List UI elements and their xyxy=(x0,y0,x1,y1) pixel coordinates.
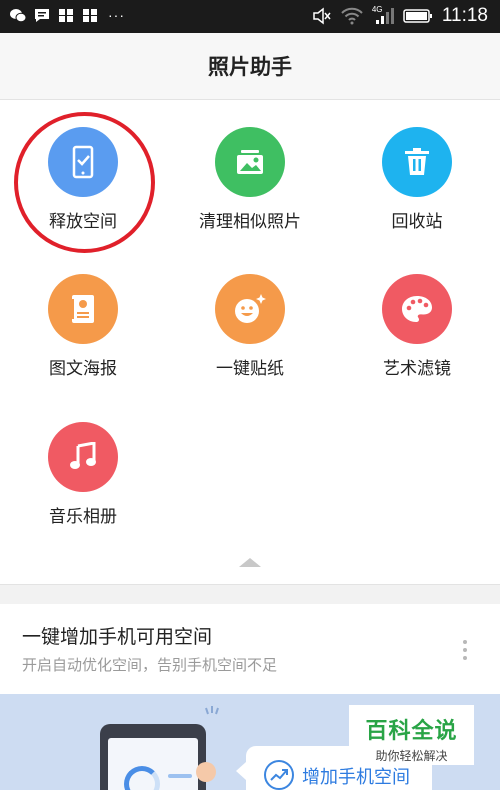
tool-label: 释放空间 xyxy=(49,212,117,232)
watermark-subtitle: 助你轻松解决 xyxy=(375,749,448,763)
phone-check-icon xyxy=(72,145,94,179)
more-options-icon[interactable] xyxy=(462,640,468,660)
sparkle-icon xyxy=(205,706,219,715)
wifi-icon xyxy=(341,7,363,25)
art-filter-icon-circle xyxy=(382,274,452,344)
status-bar-system: 4G 11:18 xyxy=(312,5,488,27)
tool-label: 音乐相册 xyxy=(49,507,117,527)
tool-label: 艺术滤镜 xyxy=(383,359,451,379)
finger-illustration xyxy=(196,762,216,782)
suggestion-card[interactable]: 一键增加手机可用空间 开启自动优化空间，告别手机空间不足 xyxy=(0,604,500,694)
app-icon xyxy=(59,8,73,22)
palette-icon xyxy=(402,296,432,322)
trend-up-icon xyxy=(264,760,294,790)
tool-art-filter[interactable]: 艺术滤镜 xyxy=(337,274,497,379)
cellular-signal: 4G xyxy=(372,5,394,25)
tool-grid: 释放空间 清理相似照片 回收站 图文海报 一键贴纸 艺术滤镜 音乐相册 xyxy=(0,100,500,585)
tool-label: 清理相似照片 xyxy=(199,212,301,232)
storage-ring-icon xyxy=(124,766,160,790)
tool-label: 图文海报 xyxy=(49,359,117,379)
tool-free-space[interactable]: 释放空间 xyxy=(3,127,163,232)
phone-illustration xyxy=(100,724,206,790)
title-bar: 照片助手 xyxy=(0,33,500,100)
message-icon xyxy=(35,8,49,22)
card-subtitle: 开启自动优化空间，告别手机空间不足 xyxy=(22,656,278,674)
phone-screen-line xyxy=(168,774,192,778)
tool-clean-similar-photos[interactable]: 清理相似照片 xyxy=(170,127,330,232)
poster-icon-circle xyxy=(48,274,118,344)
page-title: 照片助手 xyxy=(208,55,292,79)
tool-recycle-bin[interactable]: 回收站 xyxy=(337,127,497,232)
app-icon xyxy=(83,8,97,22)
status-bar-notifications: ··· xyxy=(10,7,125,23)
tool-label: 回收站 xyxy=(391,212,443,232)
trash-icon xyxy=(405,148,429,175)
tool-music-album[interactable]: 音乐相册 xyxy=(3,422,163,527)
free-space-icon-circle xyxy=(48,127,118,197)
battery-icon xyxy=(403,9,432,23)
card-title: 一键增加手机可用空间 xyxy=(22,626,213,648)
more-notifications-indicator: ··· xyxy=(108,7,125,23)
sticker-icon-circle xyxy=(215,274,285,344)
watermark-title: 百科全说 xyxy=(365,719,458,744)
music-note-icon xyxy=(70,442,96,469)
sticker-face-icon xyxy=(235,294,266,323)
clean-similar-icon-circle xyxy=(215,127,285,197)
recycle-bin-icon-circle xyxy=(382,127,452,197)
signal-bars-icon xyxy=(375,8,394,24)
tool-sticker[interactable]: 一键贴纸 xyxy=(170,274,330,379)
tool-label: 一键贴纸 xyxy=(216,359,284,379)
tool-poster[interactable]: 图文海报 xyxy=(3,274,163,379)
collapse-arrow-icon[interactable] xyxy=(239,558,261,567)
gallery-icon xyxy=(237,150,263,174)
increase-space-label: 增加手机空间 xyxy=(302,767,410,788)
wechat-icon xyxy=(10,8,26,22)
mute-icon xyxy=(313,7,331,25)
poster-icon xyxy=(70,295,94,323)
watermark-logo: 百科全说 助你轻松解决 xyxy=(349,705,474,765)
music-album-icon-circle xyxy=(48,422,118,492)
clock: 11:18 xyxy=(441,5,488,26)
phone-screen xyxy=(108,738,198,790)
status-bar: ··· 4G 11:18 xyxy=(0,0,500,33)
